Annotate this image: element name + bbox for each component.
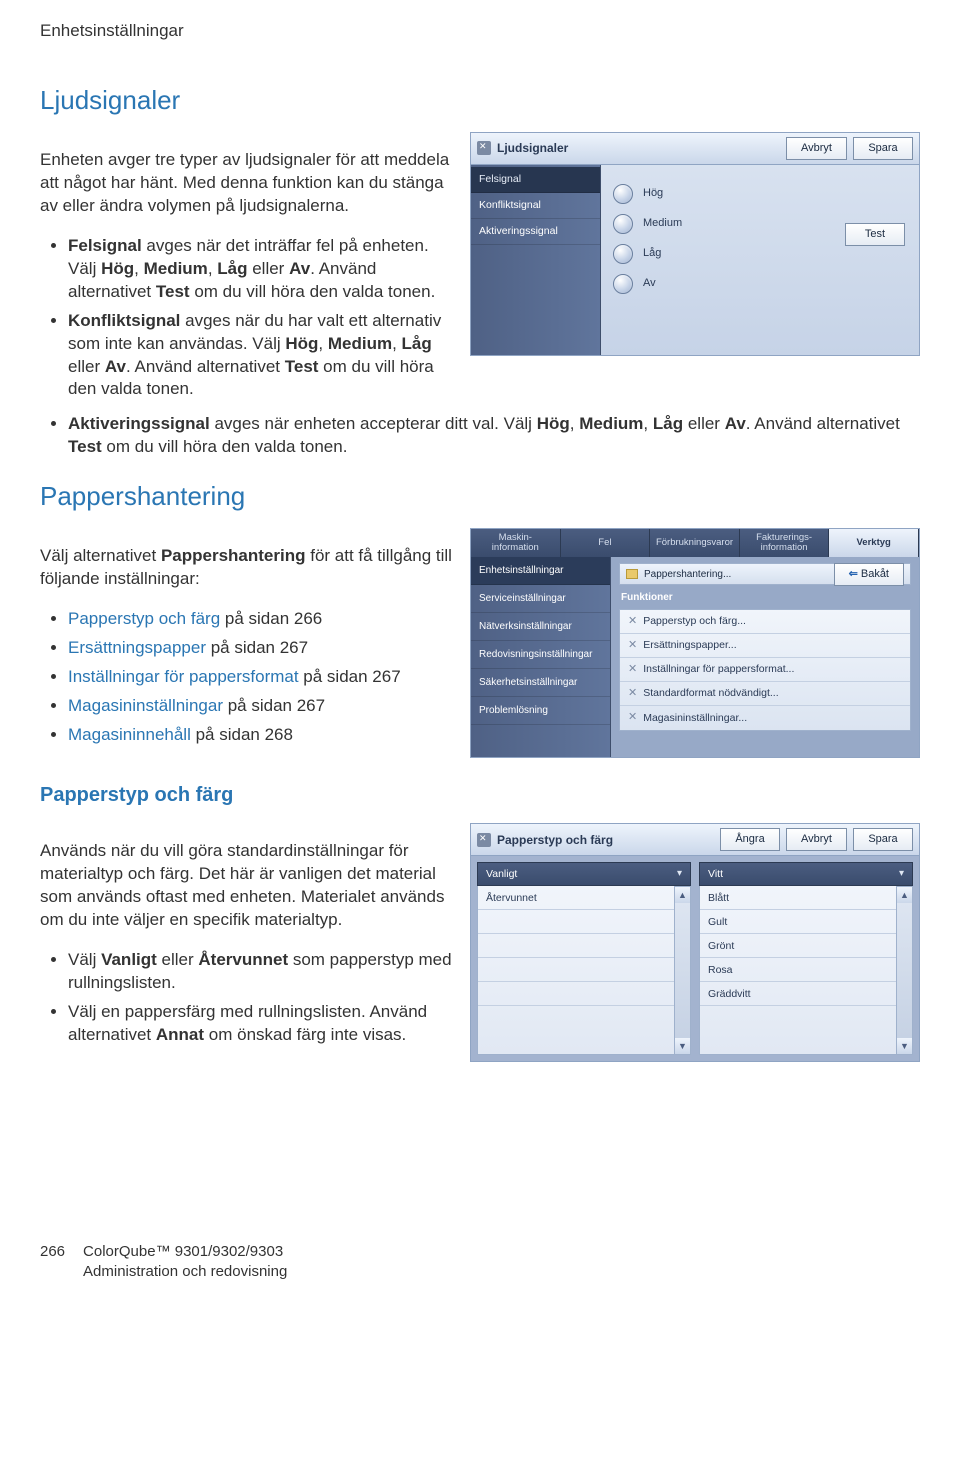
- footer-line-2: Administration och redovisning: [83, 1262, 287, 1282]
- scroll-up-icon[interactable]: ▲: [897, 887, 912, 903]
- radio-icon: [613, 184, 633, 204]
- bullet-konfliktsignal: Konfliktsignal avges när du har valt ett…: [68, 310, 454, 402]
- left-list-head[interactable]: Vanligt▾: [477, 862, 691, 886]
- list-item: Magasininnehåll på sidan 268: [68, 724, 454, 747]
- radio-icon: [613, 214, 633, 234]
- list-item[interactable]: Blått: [700, 886, 896, 910]
- wrench-icon: [477, 833, 491, 847]
- scroll-up-icon[interactable]: ▲: [675, 887, 690, 903]
- sidebar-item-service[interactable]: Serviceinställningar: [471, 585, 610, 613]
- breadcrumb-text: Pappershantering...: [644, 568, 731, 582]
- link-papperstyp[interactable]: Papperstyp och färg: [68, 609, 220, 628]
- radio-av[interactable]: Av: [613, 269, 907, 299]
- cancel-button[interactable]: Avbryt: [786, 137, 847, 160]
- undo-button[interactable]: Ångra: [720, 828, 780, 851]
- tab-forbrukning[interactable]: Förbrukningsvaror: [650, 529, 740, 557]
- list-item[interactable]: Återvunnet: [478, 886, 674, 910]
- radio-icon: [613, 244, 633, 264]
- folder-icon: [626, 569, 638, 579]
- gear-icon: ✕: [628, 638, 637, 653]
- sidebar-item-konfliktsignal[interactable]: Konfliktsignal: [471, 193, 600, 219]
- save-button[interactable]: Spara: [853, 828, 913, 851]
- section-title-ljudsignaler: Ljudsignaler: [40, 83, 920, 118]
- list-item[interactable]: Rosa: [700, 958, 896, 982]
- chevron-down-icon: ▾: [899, 867, 904, 881]
- intro-text: Enheten avger tre typer av ljudsignaler …: [40, 149, 454, 218]
- list-item: Inställningar för pappersformat på sidan…: [68, 666, 454, 689]
- list-item[interactable]: Grönt: [700, 934, 896, 958]
- chevron-down-icon: ▾: [677, 867, 682, 881]
- list-item-ersattning[interactable]: ✕Ersättningspapper...: [620, 634, 910, 658]
- list-item[interactable]: [478, 958, 674, 982]
- list-item: Magasininställningar på sidan 267: [68, 695, 454, 718]
- back-button[interactable]: ⇐Bakåt: [834, 563, 904, 586]
- list-item[interactable]: [478, 934, 674, 958]
- sidebar-item-redovisning[interactable]: Redovisningsinställningar: [471, 641, 610, 669]
- link-pappersformat[interactable]: Inställningar för pappersformat: [68, 667, 299, 686]
- sidebar-item-sakerhet[interactable]: Säkerhetsinställningar: [471, 669, 610, 697]
- wrench-icon: [477, 141, 491, 155]
- breadcrumb: Pappershantering... ⇐Bakåt: [619, 563, 911, 585]
- function-list: ✕Papperstyp och färg... ✕Ersättningspapp…: [619, 609, 911, 731]
- gear-icon: ✕: [628, 662, 637, 677]
- para-papperstyp: Används när du vill göra standardinställ…: [40, 840, 454, 932]
- gear-icon: ✕: [628, 686, 637, 701]
- group-label: Funktioner: [621, 591, 909, 605]
- list-item-magasin[interactable]: ✕Magasininställningar...: [620, 706, 910, 730]
- list-item-pappersformat[interactable]: ✕Inställningar för pappersformat...: [620, 658, 910, 682]
- list-item[interactable]: Gräddvitt: [700, 982, 896, 1006]
- subsection-title: Papperstyp och färg: [40, 782, 920, 809]
- footer: 266 ColorQube™ 9301/9302/9303 Administra…: [40, 1242, 920, 1283]
- bullet-felsignal: Felsignal avges när det inträffar fel på…: [68, 235, 454, 304]
- right-list-head[interactable]: Vitt▾: [699, 862, 913, 886]
- panel-ljudsignaler: Ljudsignaler Avbryt Spara Felsignal Konf…: [470, 132, 920, 356]
- tab-verktyg[interactable]: Verktyg: [829, 529, 919, 557]
- panel-title: Ljudsignaler: [497, 140, 568, 156]
- list-item: Ersättningspapper på sidan 267: [68, 637, 454, 660]
- scroll-down-icon[interactable]: ▼: [897, 1038, 912, 1054]
- tab-fakturering[interactable]: Fakturerings- information: [740, 529, 830, 557]
- list-item[interactable]: [478, 982, 674, 1006]
- sidebar-item-problem[interactable]: Problemlösning: [471, 697, 610, 725]
- arrow-left-icon: ⇐: [849, 568, 858, 580]
- sidebar-item-aktiveringssignal[interactable]: Aktiveringssignal: [471, 219, 600, 245]
- sidebar-item-felsignal[interactable]: Felsignal: [471, 167, 600, 193]
- save-button[interactable]: Spara: [853, 137, 913, 160]
- link-magasininstallningar[interactable]: Magasininställningar: [68, 696, 223, 715]
- sidebar-item-enhet[interactable]: Enhetsinställningar: [471, 557, 610, 585]
- list-item[interactable]: [478, 910, 674, 934]
- radio-icon: [613, 274, 633, 294]
- gear-icon: ✕: [628, 710, 637, 725]
- scrollbar[interactable]: ▲ ▼: [897, 886, 913, 1055]
- footer-line-1: ColorQube™ 9301/9302/9303: [83, 1242, 287, 1262]
- panel-papperstyp-farg: Papperstyp och färg Ångra Avbryt Spara V…: [470, 823, 920, 1062]
- list-item-standardformat[interactable]: ✕Standardformat nödvändigt...: [620, 682, 910, 706]
- bullet-farg: Välj en pappersfärg med rullningslisten.…: [68, 1001, 454, 1047]
- list-item-papperstyp[interactable]: ✕Papperstyp och färg...: [620, 610, 910, 634]
- gear-icon: ✕: [628, 614, 637, 629]
- bullet-aktiveringssignal: Aktiveringssignal avges när enheten acce…: [68, 413, 920, 459]
- radio-hog[interactable]: Hög: [613, 179, 907, 209]
- test-button[interactable]: Test: [845, 223, 905, 246]
- page-number: 266: [40, 1242, 65, 1283]
- intro-text-2: Välj alternativet Pappershantering för a…: [40, 545, 454, 591]
- link-magasininnehall[interactable]: Magasininnehåll: [68, 725, 191, 744]
- tab-fel[interactable]: Fel: [561, 529, 651, 557]
- panel-pappershantering: Maskin- information Fel Förbrukningsvaro…: [470, 528, 920, 758]
- scrollbar[interactable]: ▲ ▼: [675, 886, 691, 1055]
- bullet-vanligt: Välj Vanligt eller Återvunnet som papper…: [68, 949, 454, 995]
- panel-title: Papperstyp och färg: [497, 832, 613, 848]
- list-item: Papperstyp och färg på sidan 266: [68, 608, 454, 631]
- list-item[interactable]: Gult: [700, 910, 896, 934]
- scroll-down-icon[interactable]: ▼: [675, 1038, 690, 1054]
- link-ersattningspapper[interactable]: Ersättningspapper: [68, 638, 206, 657]
- page-header: Enhetsinställningar: [40, 20, 920, 43]
- section-title-pappershantering: Pappershantering: [40, 479, 920, 514]
- sidebar-item-natverk[interactable]: Nätverksinställningar: [471, 613, 610, 641]
- tab-maskininfo[interactable]: Maskin- information: [471, 529, 561, 557]
- cancel-button[interactable]: Avbryt: [786, 828, 847, 851]
